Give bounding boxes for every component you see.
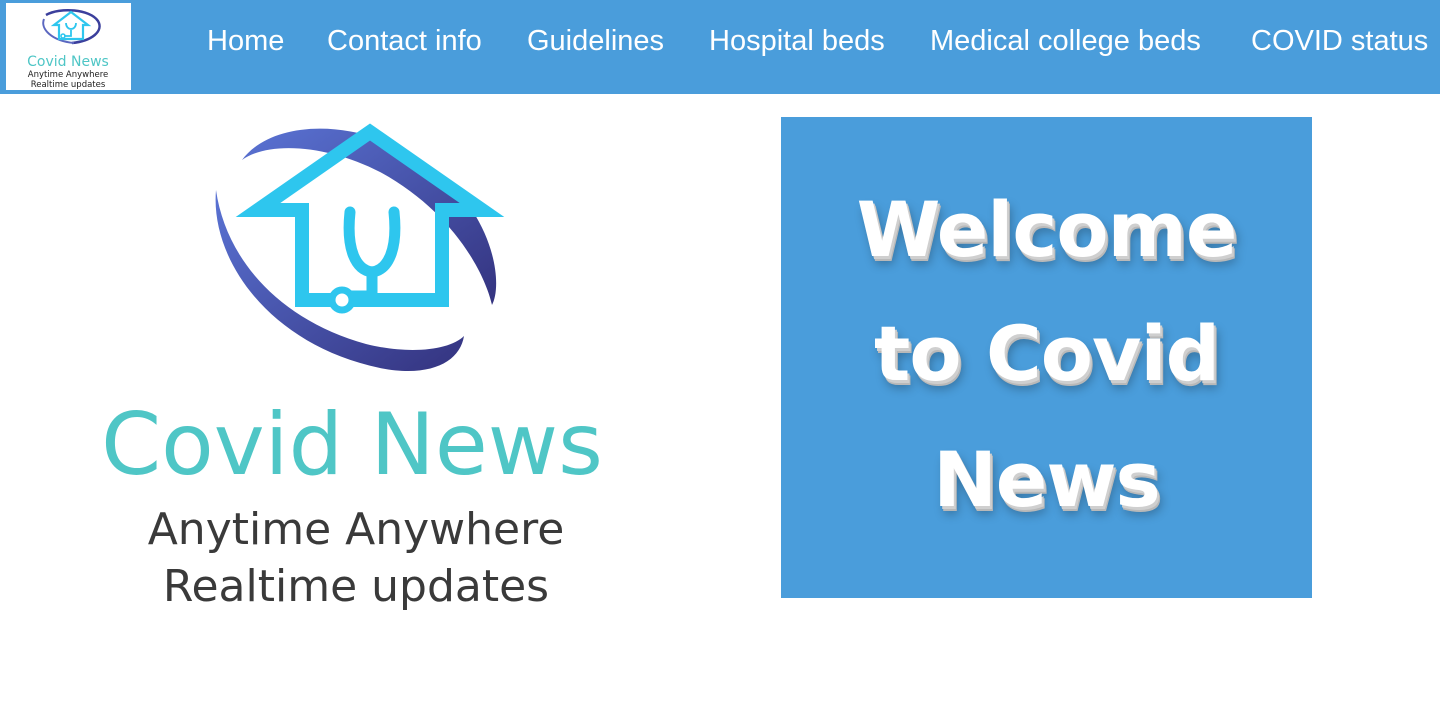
nav-item-contact-info[interactable]: Contact info — [327, 24, 482, 58]
nav-item-medical-college-beds[interactable]: Medical college beds — [930, 24, 1201, 58]
nav-item-guidelines[interactable]: Guidelines — [527, 24, 664, 58]
svg-text:Anytime Anywhere: Anytime Anywhere — [28, 70, 108, 80]
nav-item-home[interactable]: Home — [207, 24, 284, 58]
svg-text:Anytime Anywhere: Anytime Anywhere — [148, 504, 565, 555]
welcome-panel: Welcome to Covid News — [781, 117, 1312, 598]
svg-text:Covid News: Covid News — [27, 54, 109, 70]
welcome-line-2: to Covid — [874, 309, 1220, 398]
covid-news-logo-icon: Covid News Anytime Anywhere Realtime upd… — [27, 8, 109, 90]
svg-text:Covid News: Covid News — [101, 395, 603, 495]
top-navbar: Covid News Anytime Anywhere Realtime upd… — [0, 0, 1440, 94]
hero-logo: Covid News Anytime Anywhere Realtime upd… — [80, 100, 640, 630]
house-stethoscope-logo-icon: Covid News Anytime Anywhere Realtime upd… — [101, 123, 603, 612]
brand-logo-link[interactable]: Covid News Anytime Anywhere Realtime upd… — [6, 3, 131, 90]
nav-item-covid-status[interactable]: COVID status — [1251, 24, 1428, 58]
svg-text:Realtime updates: Realtime updates — [31, 80, 106, 90]
welcome-line-1: Welcome — [856, 185, 1238, 274]
welcome-line-3: News — [933, 435, 1161, 524]
svg-text:Realtime updates: Realtime updates — [163, 561, 549, 612]
nav-item-hospital-beds[interactable]: Hospital beds — [709, 24, 885, 58]
